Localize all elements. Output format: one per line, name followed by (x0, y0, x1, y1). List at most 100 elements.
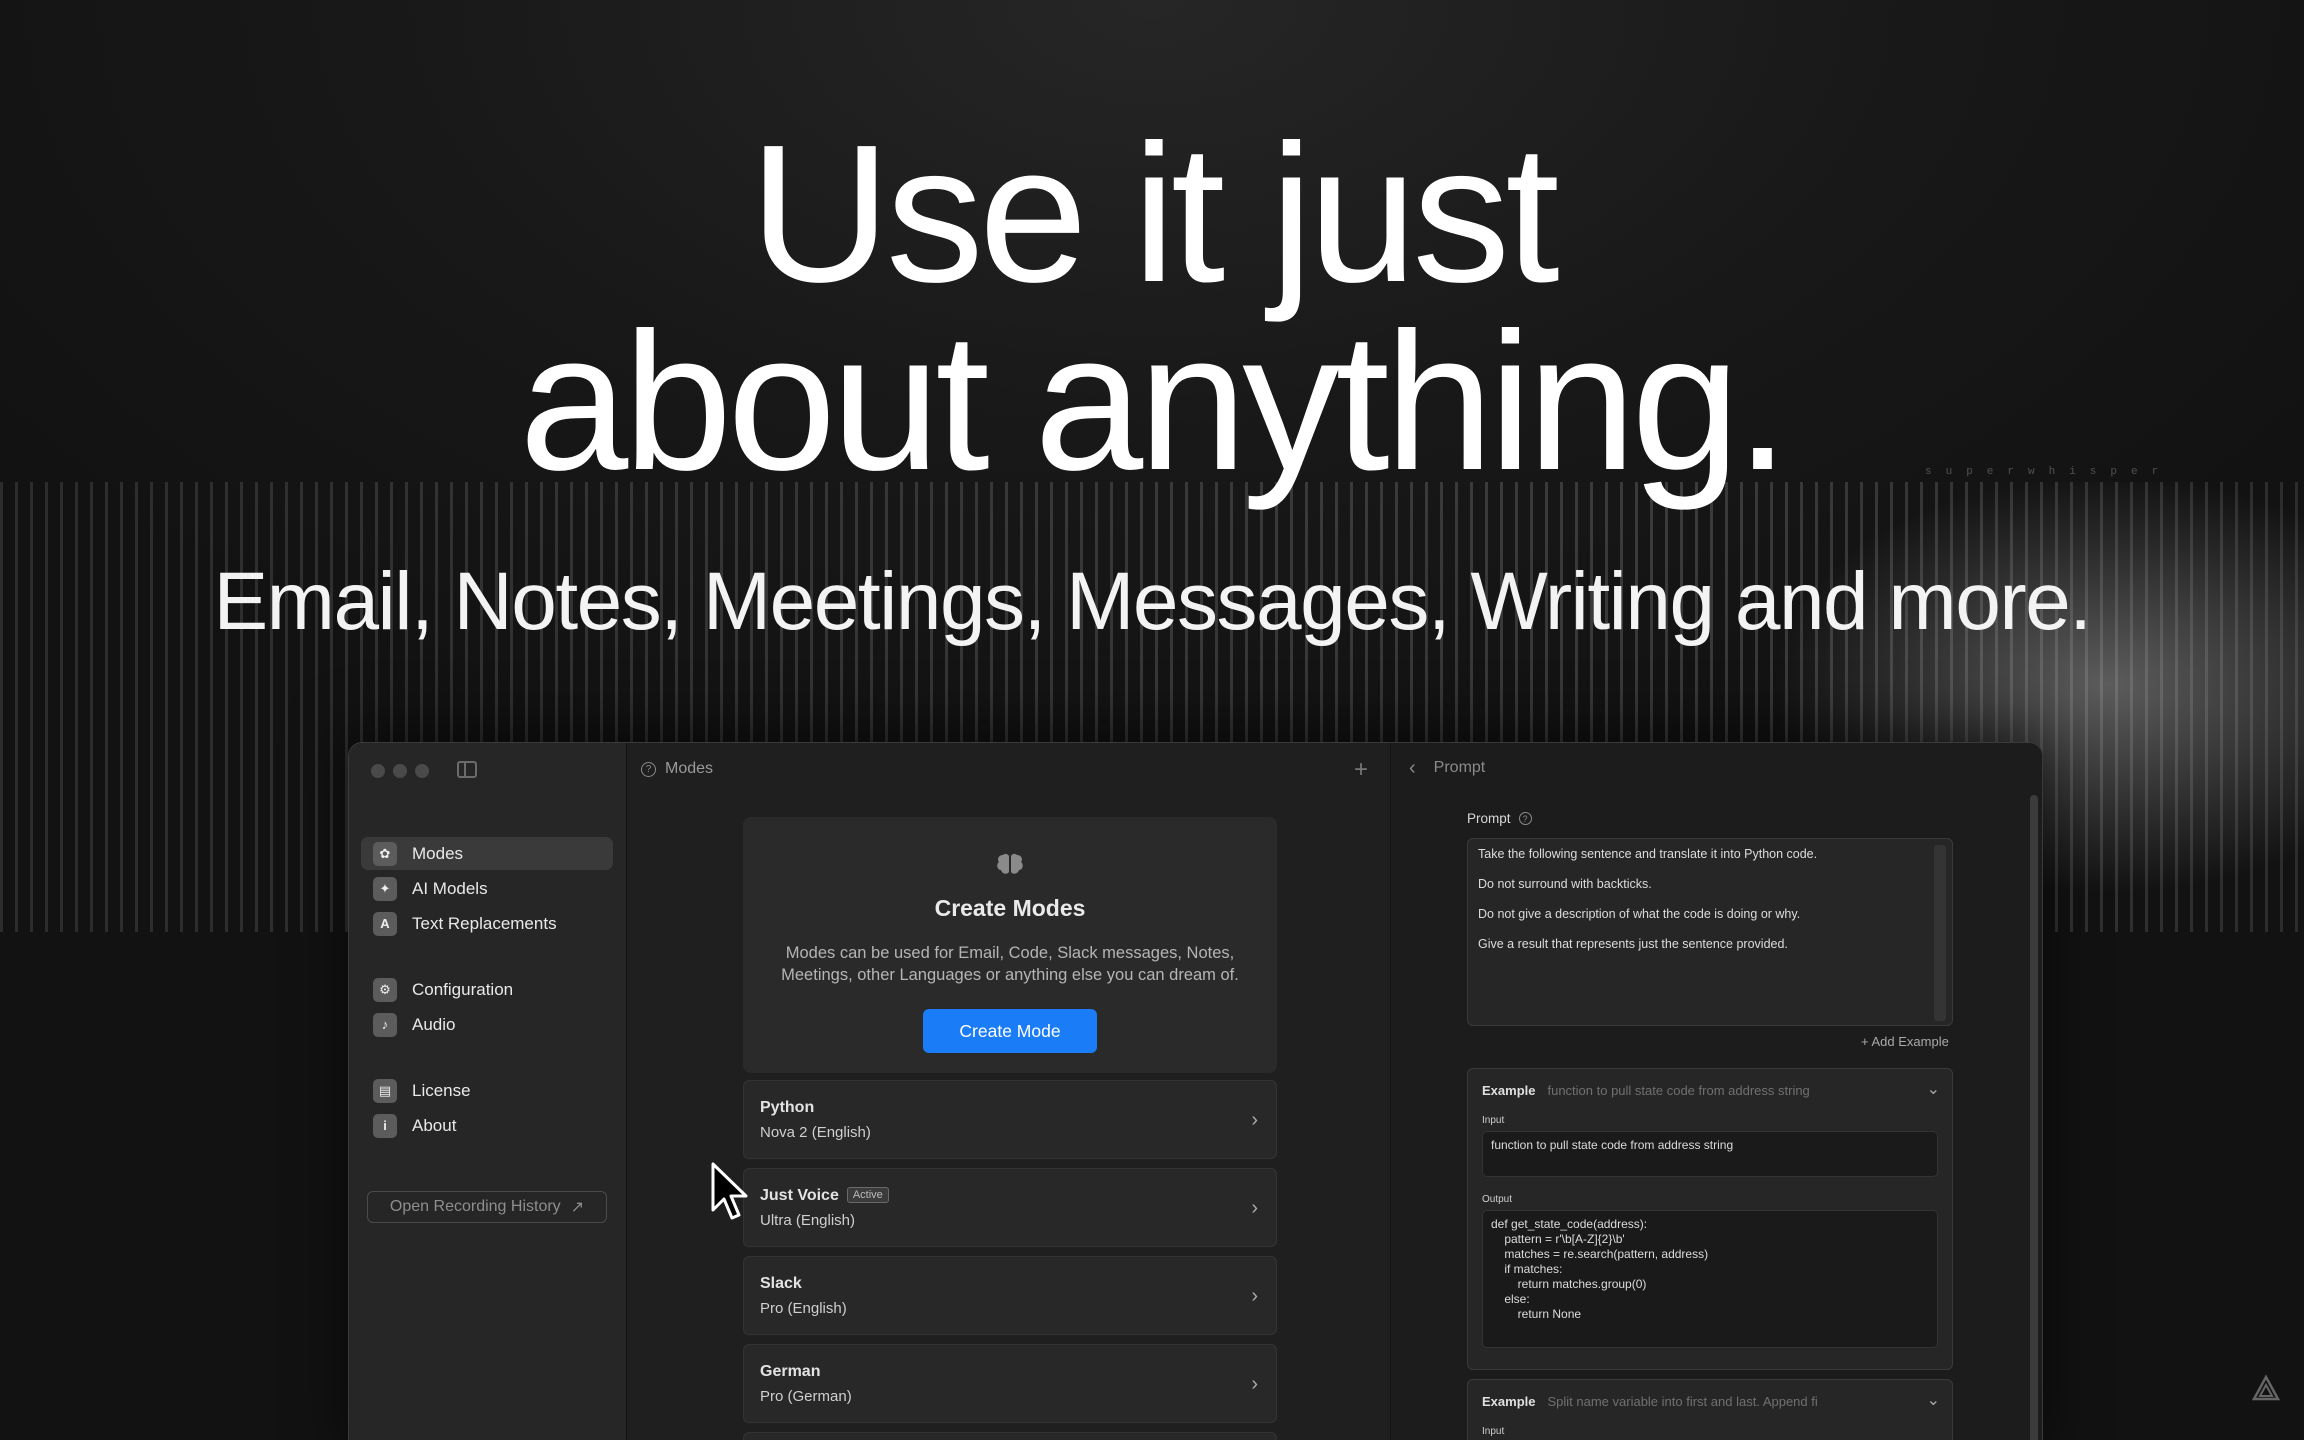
example-header[interactable]: Example Split name variable into first an… (1482, 1394, 1818, 1409)
chevron-down-icon[interactable]: ⌄ (1927, 1390, 1940, 1410)
create-modes-title: Create Modes (934, 895, 1086, 921)
sparkle-icon: ✦ (373, 876, 397, 901)
sidebar-item-label: About (412, 1115, 457, 1135)
sidebar-item-ai-models[interactable]: ✦ AI Models (361, 872, 613, 905)
prompt-textarea[interactable]: Take the following sentence and translat… (1467, 838, 1953, 1026)
chevron-right-icon: › (1251, 1109, 1258, 1131)
mode-name: Python (760, 1099, 815, 1116)
example-card: Example Split name variable into first an… (1467, 1379, 1953, 1440)
output-label: Output (1482, 1194, 1513, 1205)
example-description: function to pull state code from address… (1547, 1083, 1810, 1098)
window-zoom-button[interactable] (415, 764, 429, 778)
mode-model: Pro (English) (760, 1300, 847, 1317)
code-line: pattern = r'\b[A-Z]{2}\b' (1491, 1232, 1625, 1246)
example-description: Split name variable into first and last.… (1547, 1394, 1818, 1409)
code-line: matches = re.search(pattern, address) (1491, 1247, 1709, 1261)
open-recording-history-button[interactable]: Open Recording History ↗ (367, 1191, 607, 1223)
window-close-button[interactable] (371, 764, 385, 778)
open-history-label: Open Recording History (389, 1198, 561, 1215)
sidebar-item-label: Audio (412, 1014, 456, 1034)
input-label: Input (1482, 1115, 1505, 1126)
modes-header-title: Modes (665, 760, 714, 777)
scrollbar[interactable] (2030, 795, 2038, 1440)
mode-row-python[interactable]: Python Nova 2 (English) › (743, 1080, 1277, 1159)
sidebar-item-modes[interactable]: ✿ Modes (361, 837, 613, 870)
sidebar-item-label: Modes (412, 843, 464, 863)
code-line: if matches: (1491, 1262, 1563, 1276)
sidebar-item-configuration[interactable]: ⚙ Configuration (361, 973, 613, 1006)
example-title: Example (1482, 1083, 1536, 1098)
sidebar-item-label: License (412, 1080, 471, 1100)
mode-row-german[interactable]: German Pro (German) › (743, 1344, 1277, 1423)
prompt-label-text: Prompt (1467, 811, 1511, 826)
sidebar-item-label: AI Models (412, 878, 488, 898)
code-line: return None (1491, 1307, 1582, 1321)
app-window: ✿ Modes ✦ AI Models A Text Replacements … (348, 742, 2043, 1440)
code-line: def get_state_code(address): (1491, 1217, 1648, 1231)
sidebar-item-label: Configuration (412, 979, 514, 999)
mode-model: Ultra (English) (760, 1212, 856, 1229)
hero-subtitle: Email, Notes, Meetings, Messages, Writin… (213, 556, 2092, 647)
sidebar-item-license[interactable]: ▤ License (361, 1074, 613, 1107)
brain-icon: ✿ (373, 841, 397, 866)
code-line: else: (1491, 1292, 1530, 1306)
example-output-field[interactable]: def get_state_code(address): pattern = r… (1482, 1210, 1938, 1348)
info-icon: i (373, 1113, 397, 1138)
prompt-label: Prompt ? (1467, 811, 1541, 826)
prompt-header: ‹ Prompt (1391, 743, 2042, 793)
example-input-field[interactable]: function to pull state code from address… (1482, 1131, 1938, 1177)
mode-model: Nova 2 (English) (760, 1124, 871, 1141)
add-example-button[interactable]: + Add Example (1861, 1034, 1949, 1049)
speaker-icon: ♪ (373, 1012, 397, 1037)
input-label: Input (1482, 1426, 1505, 1437)
mode-row-just-voice[interactable]: Just Voice Active Ultra (English) › (743, 1168, 1277, 1247)
chevron-down-icon[interactable]: ⌄ (1927, 1079, 1940, 1099)
plus-icon: + (1861, 1034, 1872, 1049)
sidebar-toggle-icon[interactable] (457, 761, 477, 778)
example-card: Example function to pull state code from … (1467, 1068, 1953, 1370)
hero-title-line-2: about anything. (519, 292, 1789, 511)
chevron-right-icon: › (1251, 1197, 1258, 1219)
chevron-right-icon: › (1251, 1285, 1258, 1307)
external-arrow-icon: ↗ (570, 1199, 585, 1216)
prompt-line: Take the following sentence and translat… (1478, 847, 1818, 861)
sidebar-item-about[interactable]: i About (361, 1109, 613, 1142)
create-mode-button[interactable]: Create Mode (923, 1009, 1097, 1053)
brain-icon (997, 853, 1023, 874)
prompt-line: Do not surround with backticks. (1478, 877, 1652, 891)
sidebar-item-label: Text Replacements (412, 913, 557, 933)
brand-logo-icon (2252, 1374, 2280, 1401)
plus-icon[interactable]: + (1354, 756, 1368, 784)
example-title: Example (1482, 1394, 1536, 1409)
mode-model: Pro (German) (760, 1388, 852, 1405)
chevron-left-icon[interactable]: ‹ (1409, 757, 1416, 780)
modes-pane: ? Modes + Create Modes Modes can be used… (627, 743, 1391, 1440)
help-icon[interactable]: ? (1518, 812, 1532, 825)
gear-icon: ⚙ (373, 977, 397, 1002)
mode-name: German (760, 1363, 821, 1380)
prompt-line: Do not give a description of what the co… (1478, 907, 1801, 921)
code-line: return matches.group(0) (1491, 1277, 1647, 1291)
add-example-label: Add Example (1871, 1034, 1949, 1049)
license-icon: ▤ (373, 1078, 397, 1103)
mode-row-more[interactable] (743, 1432, 1277, 1440)
active-badge: Active (846, 1187, 889, 1203)
modes-header: ? Modes (627, 743, 1390, 795)
help-icon[interactable]: ? (641, 761, 656, 777)
sidebar: ✿ Modes ✦ AI Models A Text Replacements … (349, 743, 627, 1440)
window-minimize-button[interactable] (393, 764, 407, 778)
sidebar-item-text-replacements[interactable]: A Text Replacements (361, 907, 613, 940)
hero-title-line-1: Use it just (749, 104, 1559, 323)
create-modes-description: Modes can be used for Email, Code, Slack… (781, 944, 1239, 984)
mode-row-slack[interactable]: Slack Pro (English) › (743, 1256, 1277, 1335)
textarea-scrollbar[interactable] (1934, 845, 1946, 1021)
mode-name-wrap: Just Voice Active (760, 1187, 889, 1205)
mode-name: Just Voice (760, 1187, 839, 1204)
mouse-cursor-icon (711, 1162, 748, 1220)
example-header[interactable]: Example function to pull state code from … (1482, 1083, 1810, 1098)
sidebar-item-audio[interactable]: ♪ Audio (361, 1008, 613, 1041)
chevron-right-icon: › (1251, 1373, 1258, 1395)
prompt-header-title: Prompt (1433, 759, 1486, 776)
text-replace-icon: A (373, 911, 397, 936)
mode-name: Slack (760, 1275, 802, 1292)
